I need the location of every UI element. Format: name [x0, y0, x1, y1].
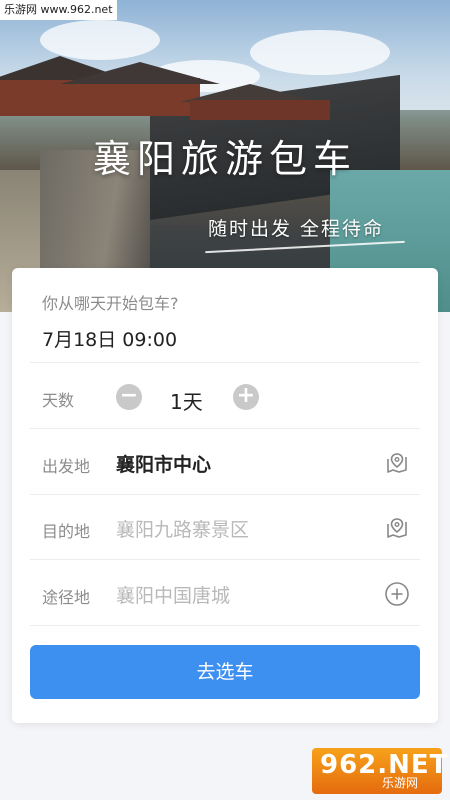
hero-title: 襄阳旅游包车 [92, 137, 357, 181]
start-date-label: 你从哪天开始包车? [42, 294, 179, 313]
plus-button[interactable]: + [233, 384, 259, 410]
divider [30, 428, 420, 429]
days-value: 1天 [170, 390, 203, 414]
divider [30, 494, 420, 495]
hero-roof [60, 62, 220, 84]
departure-field[interactable]: 襄阳市中心 [116, 450, 211, 477]
map-pin-icon[interactable] [384, 450, 410, 476]
booking-card: 你从哪天开始包车? 7月18日 09:00 天数 − 1天 + 出发地 襄阳市中… [12, 268, 438, 723]
divider [30, 625, 420, 626]
hero-slogan: 随时出发 全程待命 [208, 218, 385, 240]
via-field[interactable]: 襄阳中国唐城 [116, 581, 230, 608]
divider [30, 362, 420, 363]
minus-button[interactable]: − [116, 384, 142, 410]
watermark-label: 乐游网 www.962.net [0, 0, 117, 20]
start-date-value[interactable]: 7月18日 09:00 [42, 325, 177, 352]
hero-banner: 襄阳旅游包车 随时出发 全程待命 [0, 0, 450, 312]
hero-pavilion [190, 100, 330, 120]
via-label: 途径地 [42, 588, 91, 607]
add-circle-icon[interactable] [384, 581, 410, 607]
watermark-logo-text: 乐游网 [382, 776, 419, 790]
map-pin-icon[interactable] [384, 515, 410, 541]
departure-label: 出发地 [42, 457, 91, 476]
destination-label: 目的地 [42, 522, 91, 541]
hero-cloud [40, 20, 160, 60]
hero-cloud [250, 30, 390, 75]
destination-field[interactable]: 襄阳九路寨景区 [116, 515, 249, 542]
divider [30, 559, 420, 560]
days-label: 天数 [42, 391, 75, 410]
watermark-logo: 962.NET 乐游网 [312, 748, 447, 794]
select-car-button[interactable]: 去选车 [30, 645, 420, 699]
